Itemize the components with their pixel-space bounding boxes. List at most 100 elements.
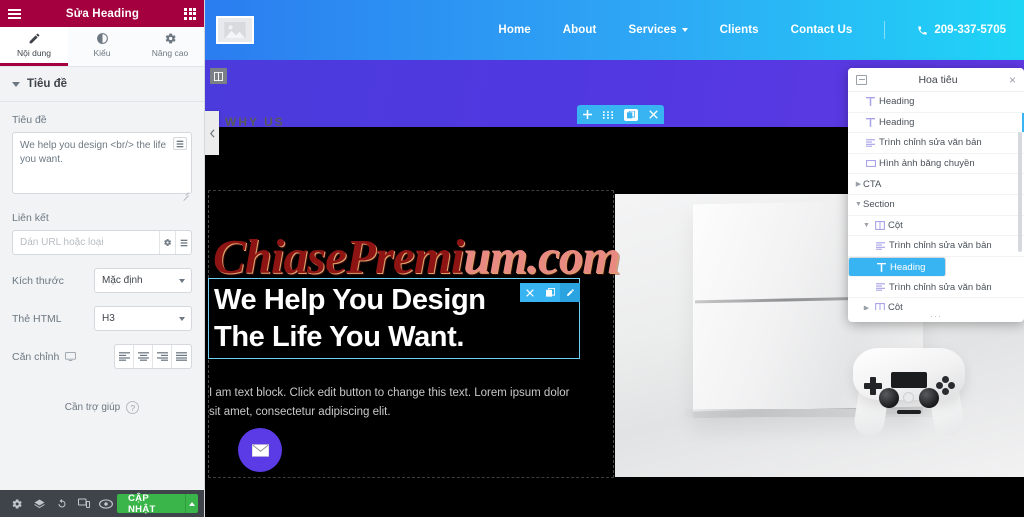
nav-link-about[interactable]: About xyxy=(563,24,597,36)
chevron-right-icon[interactable]: ▶ xyxy=(862,304,871,310)
settings-icon[interactable] xyxy=(6,490,28,517)
site-logo-placeholder[interactable] xyxy=(216,16,254,44)
close-icon[interactable]: × xyxy=(1009,74,1016,86)
panel-footer: CẬP NHẬT xyxy=(0,490,204,517)
contrast-icon xyxy=(96,33,108,44)
dynamic-tags-icon[interactable] xyxy=(173,137,187,150)
link-field-label: Liên kết xyxy=(12,212,49,224)
navigator-item[interactable]: Heading xyxy=(848,92,1024,113)
align-justify-button[interactable] xyxy=(172,345,191,368)
navigator-item[interactable]: Trình chỉnh sửa văn bản xyxy=(848,277,1024,298)
heading-icon xyxy=(862,97,879,107)
nav-link-home[interactable]: Home xyxy=(498,24,530,36)
field-link: Liên kết xyxy=(12,212,192,255)
navigator-scrollbar[interactable] xyxy=(1018,132,1022,252)
preview-icon[interactable] xyxy=(95,490,117,517)
gear-icon xyxy=(164,239,172,246)
section-header-tieu-de[interactable]: Tiêu đề xyxy=(0,67,204,102)
chevron-down-icon xyxy=(179,317,185,321)
align-field-label: Căn chỉnh xyxy=(12,350,60,363)
column-handle-icon[interactable] xyxy=(210,68,227,84)
add-section-icon[interactable] xyxy=(582,110,592,119)
text-editor-icon xyxy=(872,242,889,250)
nav-label: Services xyxy=(628,24,677,36)
tab-noi-dung[interactable]: Nội dung xyxy=(0,27,68,66)
email-button[interactable] xyxy=(238,428,282,472)
elementor-editor-screen: Sửa Heading Nội dung Kiểu Nâng cao Tiêu … xyxy=(0,0,1024,517)
title-textarea[interactable]: We help you design <br/> the life you wa… xyxy=(12,132,192,194)
duplicate-icon[interactable] xyxy=(624,108,639,121)
navigator-list: Heading Heading Trình chỉnh sửa văn bản … xyxy=(848,92,1024,310)
navigator-item-section[interactable]: ▼ Section xyxy=(848,195,1024,216)
controller-face-buttons xyxy=(936,376,956,396)
navigator-item-selected-heading[interactable]: Heading xyxy=(848,256,946,278)
chevron-down-icon[interactable]: ▼ xyxy=(862,222,871,229)
navigator-item-column[interactable]: ▼ Cột xyxy=(848,216,1024,237)
hero-body-text[interactable]: I am text block. Click edit button to ch… xyxy=(209,384,579,421)
help-question-icon[interactable]: ? xyxy=(126,401,140,414)
panel-header: Sửa Heading xyxy=(0,0,204,27)
phone-number: 209-337-5705 xyxy=(934,24,1006,36)
pencil-icon xyxy=(29,33,39,44)
update-button[interactable]: CẬP NHẬT xyxy=(117,493,185,515)
navigator-item[interactable]: Trình chỉnh sửa văn bản xyxy=(848,236,1024,257)
nav-link-contact-us[interactable]: Contact Us xyxy=(791,24,853,36)
align-center-button[interactable] xyxy=(134,345,153,368)
navigator-item-cta[interactable]: ▶ CTA xyxy=(848,174,1024,195)
navigator-item-label: Section xyxy=(863,199,895,211)
textarea-resize-grip[interactable] xyxy=(182,189,189,196)
gear-icon xyxy=(165,33,176,44)
hamburger-icon[interactable] xyxy=(8,8,21,19)
nav-divider xyxy=(884,21,886,39)
section-guide-top xyxy=(208,190,614,191)
link-input[interactable] xyxy=(13,231,159,254)
dock-icon[interactable] xyxy=(856,74,867,85)
link-options-icon[interactable] xyxy=(159,231,175,254)
navigator-resize-handle[interactable]: ··· xyxy=(848,310,1024,322)
chevron-right-icon[interactable]: ▶ xyxy=(854,180,863,188)
grid-icon[interactable] xyxy=(184,7,196,20)
html-tag-field-label: Thẻ HTML xyxy=(12,312,62,325)
panel-title: Sửa Heading xyxy=(65,7,140,20)
layers-icon[interactable] xyxy=(28,490,50,517)
navigator-item-column-2[interactable]: ▶ Cột xyxy=(848,298,1024,310)
navigator-title: Hoa tiêu xyxy=(918,73,958,86)
chevron-down-icon xyxy=(179,279,185,283)
field-html-tag: Thẻ HTML H3 xyxy=(12,306,192,331)
carousel-icon xyxy=(862,160,879,168)
delete-icon[interactable] xyxy=(649,110,659,119)
desktop-icon[interactable] xyxy=(65,352,77,361)
responsive-mode-icon[interactable] xyxy=(73,490,95,517)
field-title: Tiêu đề We help you design <br/> the lif… xyxy=(12,114,192,199)
section-header-label: Tiêu đề xyxy=(27,78,68,90)
drag-handle-icon[interactable] xyxy=(602,110,613,119)
controller-light-bar xyxy=(897,410,921,414)
nav-link-services[interactable]: Services xyxy=(629,24,688,36)
html-tag-select[interactable]: H3 xyxy=(94,306,192,331)
align-right-button[interactable] xyxy=(153,345,172,368)
navigator-item[interactable]: Heading xyxy=(848,113,1024,134)
navigator-item-label: Cột xyxy=(888,302,903,310)
hero-heading[interactable]: We Help You Design The Life You Want. xyxy=(214,282,614,356)
align-left-button[interactable] xyxy=(115,345,134,368)
navigator-item[interactable]: Trình chỉnh sửa văn bản xyxy=(848,133,1024,154)
navigator-panel: Hoa tiêu × Heading Heading Trình chỉnh s… xyxy=(848,68,1024,322)
link-dynamic-tags-icon[interactable] xyxy=(175,231,191,254)
heading-icon xyxy=(873,262,890,272)
align-justify-icon xyxy=(176,352,187,361)
navigator-item-label: Cột xyxy=(888,219,903,231)
navigator-item[interactable]: Hình ảnh băng chuyền xyxy=(848,154,1024,175)
alignment-button-group xyxy=(114,344,192,369)
panel-collapse-tab[interactable] xyxy=(205,111,219,155)
tab-kieu[interactable]: Kiểu xyxy=(68,27,136,66)
chevron-down-icon[interactable]: ▼ xyxy=(854,201,863,208)
header-phone[interactable]: 209-337-5705 xyxy=(917,24,1006,36)
section-guide-bottom xyxy=(208,477,614,478)
history-icon[interactable] xyxy=(50,490,72,517)
html-tag-select-value: H3 xyxy=(102,313,115,324)
update-options-button[interactable] xyxy=(184,494,199,513)
nav-link-clients[interactable]: Clients xyxy=(720,24,759,36)
chevron-down-icon xyxy=(681,28,688,32)
size-select[interactable]: Mặc định xyxy=(94,268,192,293)
tab-nang-cao[interactable]: Nâng cao xyxy=(136,27,204,66)
